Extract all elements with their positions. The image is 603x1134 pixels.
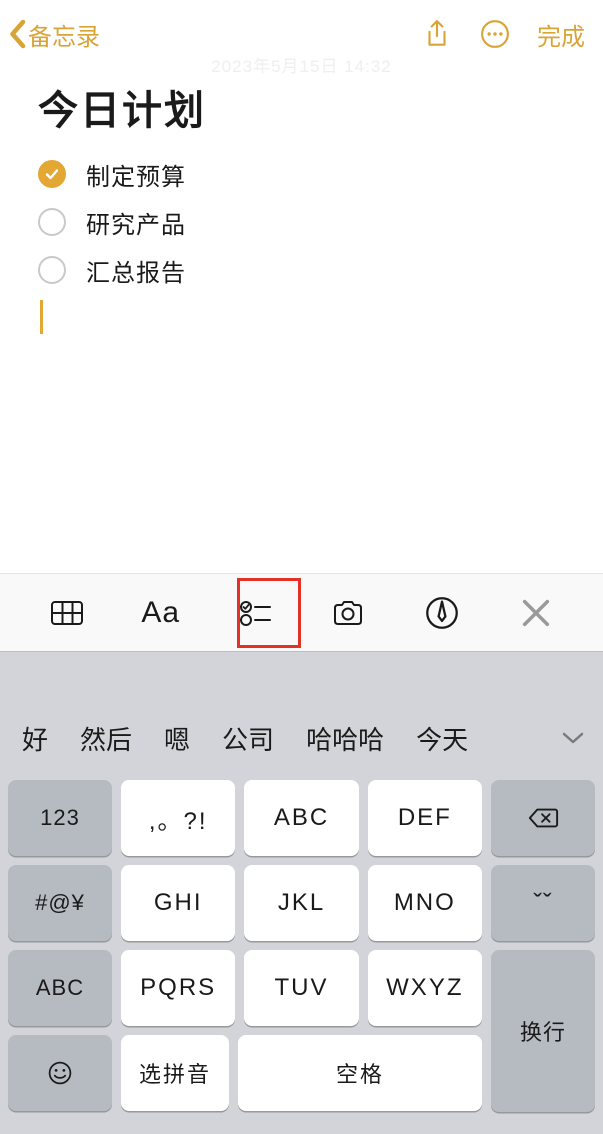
- key-latin-abc[interactable]: ABC: [8, 950, 112, 1026]
- suggestion-item[interactable]: 嗯: [158, 720, 196, 757]
- key-tuv[interactable]: TUV: [244, 950, 358, 1026]
- note-title[interactable]: 今日计划: [38, 78, 565, 136]
- checkmark-icon: [44, 166, 60, 182]
- key-abc[interactable]: ABC: [244, 780, 358, 856]
- format-toolbar: Aa: [0, 573, 603, 651]
- chevron-left-icon: [8, 19, 26, 49]
- checkbox-unchecked[interactable]: [38, 208, 66, 236]
- text-style-button[interactable]: Aa: [131, 587, 191, 639]
- close-icon: [519, 596, 553, 630]
- key-emoji[interactable]: [8, 1035, 112, 1111]
- text-cursor: [40, 300, 43, 334]
- table-button[interactable]: [37, 587, 97, 639]
- key-mno[interactable]: MNO: [368, 865, 482, 941]
- markup-button[interactable]: [412, 587, 472, 639]
- suggestion-item[interactable]: 好: [16, 720, 54, 757]
- checklist-icon: [238, 596, 272, 630]
- key-ghi[interactable]: GHI: [121, 865, 235, 941]
- checklist-row[interactable]: 汇总报告: [38, 246, 565, 294]
- checklist-item-label[interactable]: 汇总报告: [86, 253, 186, 288]
- suggestion-item[interactable]: 今天: [410, 720, 474, 757]
- checklist-row[interactable]: 制定预算: [38, 150, 565, 198]
- more-button[interactable]: [471, 10, 519, 58]
- chevron-down-icon: [562, 731, 584, 745]
- dismiss-keyboard-button[interactable]: [506, 587, 566, 639]
- checklist-button[interactable]: [225, 587, 285, 639]
- key-tone[interactable]: ˇˇ: [491, 865, 595, 941]
- checklist-item-label[interactable]: 制定预算: [86, 157, 186, 192]
- key-def[interactable]: DEF: [368, 780, 482, 856]
- checkbox-checked[interactable]: [38, 160, 66, 188]
- ellipsis-circle-icon: [480, 19, 510, 49]
- done-button[interactable]: 完成: [537, 17, 585, 52]
- key-symbols[interactable]: #@¥: [8, 865, 112, 941]
- back-button[interactable]: 备忘录: [8, 17, 100, 52]
- collapse-suggestions-button[interactable]: [555, 720, 591, 756]
- key-punct[interactable]: ,。?!: [121, 780, 235, 856]
- table-icon: [50, 596, 84, 630]
- key-123[interactable]: 123: [8, 780, 112, 856]
- suggestion-item[interactable]: 哈哈哈: [300, 720, 390, 757]
- key-pqrs[interactable]: PQRS: [121, 950, 235, 1026]
- checklist-row[interactable]: 研究产品: [38, 198, 565, 246]
- camera-button[interactable]: [318, 587, 378, 639]
- emoji-icon: [44, 1060, 76, 1086]
- suggestion-item[interactable]: 公司: [216, 720, 280, 757]
- top-nav: 备忘录 完成: [0, 0, 603, 68]
- key-space[interactable]: 空格: [238, 1035, 482, 1111]
- key-select-pinyin[interactable]: 选拼音: [121, 1035, 229, 1111]
- delete-icon: [527, 805, 559, 831]
- note-body[interactable]: 今日计划 制定预算 研究产品 汇总报告: [0, 68, 603, 334]
- suggestion-row: 好 然后 嗯 公司 哈哈哈 今天: [0, 704, 603, 772]
- key-enter[interactable]: 换行: [491, 950, 595, 1112]
- share-icon: [422, 19, 452, 49]
- markup-icon: [425, 596, 459, 630]
- share-button[interactable]: [413, 10, 461, 58]
- checklist-item-label[interactable]: 研究产品: [86, 205, 186, 240]
- back-label: 备忘录: [28, 17, 100, 52]
- camera-icon: [331, 596, 365, 630]
- key-delete[interactable]: [491, 780, 595, 856]
- key-grid: 123 ,。?! ABC DEF #@¥ GHI JKL MNO ˇˇ ABC: [0, 772, 603, 1122]
- checkbox-unchecked[interactable]: [38, 256, 66, 284]
- keyboard: 好 然后 嗯 公司 哈哈哈 今天 123 ,。?! ABC DEF: [0, 651, 603, 1134]
- suggestion-item[interactable]: 然后: [74, 720, 138, 757]
- key-wxyz[interactable]: WXYZ: [368, 950, 482, 1026]
- key-jkl[interactable]: JKL: [244, 865, 358, 941]
